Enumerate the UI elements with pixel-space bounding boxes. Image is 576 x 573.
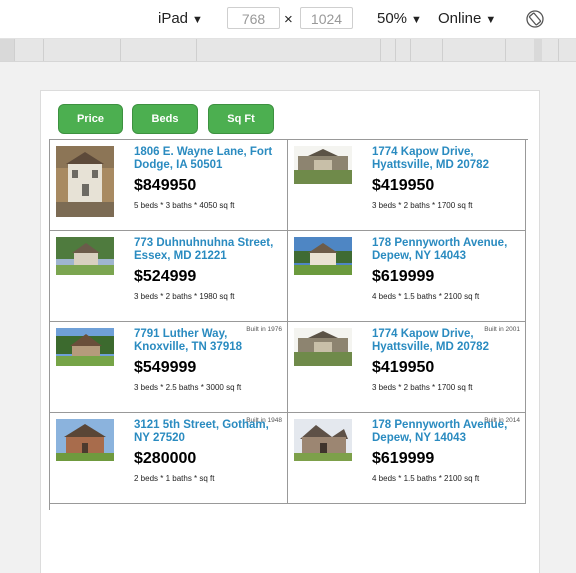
house-photo [294, 146, 352, 184]
zoom-select[interactable]: 50% ▼ [377, 10, 422, 27]
house-photo [56, 237, 114, 275]
listing-price: $619999 [372, 268, 435, 285]
rotate-icon[interactable] [525, 9, 545, 29]
listing-price: $549999 [134, 359, 197, 376]
listing-address-link[interactable]: 178 Pennyworth Avenue, Depew, NY 14043 [372, 237, 520, 263]
listing-address-link[interactable]: 1774 Kapow Drive, Hyattsville, MD 20782 [372, 146, 520, 172]
listing-address-link[interactable]: 178 Pennyworth Avenue, Depew, NY 14043 [372, 419, 520, 445]
sort-price-button[interactable]: Price [58, 104, 123, 134]
zoom-label: 50% [377, 10, 408, 27]
times-icon: × [284, 11, 293, 28]
sort-beds-button[interactable]: Beds [132, 104, 198, 134]
listing-address-link[interactable]: 773 Duhnuhnuhna Street, Essex, MD 21221 [134, 237, 282, 263]
media-query-bar[interactable] [0, 39, 576, 62]
chevron-down-icon: ▼ [192, 14, 203, 26]
chevron-down-icon: ▼ [411, 14, 422, 26]
listing-card[interactable]: 1806 E. Wayne Lane, Fort Dodge, IA 50501… [50, 140, 288, 231]
house-photo [294, 419, 352, 461]
house-photo [294, 237, 352, 275]
device-select[interactable]: iPad ▼ [158, 10, 203, 27]
listing-details: 4 beds * 1.5 baths * 2100 sq ft [372, 292, 480, 301]
house-photo [56, 328, 114, 366]
network-label: Online [438, 10, 482, 27]
listing-details: 2 beds * 1 baths * sq ft [134, 474, 215, 483]
listing-card[interactable]: Built in 2001 1774 Kapow Drive, Hyattsvi… [288, 322, 526, 413]
listing-card[interactable]: 1774 Kapow Drive, Hyattsville, MD 20782 … [288, 140, 526, 231]
listing-card[interactable]: Built in 1976 7791 Luther Way, Knoxville… [50, 322, 288, 413]
listing-address-link[interactable]: 1806 E. Wayne Lane, Fort Dodge, IA 50501 [134, 146, 282, 172]
listing-price: $619999 [372, 450, 435, 467]
listing-details: 3 beds * 2.5 baths * 3000 sq ft [134, 383, 242, 392]
width-input[interactable]: 768 [227, 7, 280, 29]
sort-sqft-button[interactable]: Sq Ft [208, 104, 274, 134]
listing-price: $524999 [134, 268, 197, 285]
listing-details: 3 beds * 2 baths * 1700 sq ft [372, 383, 473, 392]
house-photo [56, 419, 114, 461]
listing-price: $419950 [372, 359, 435, 376]
device-toolbar: iPad ▼ 768 × 1024 50% ▼ Online ▼ [0, 0, 576, 39]
listings-grid: 1806 E. Wayne Lane, Fort Dodge, IA 50501… [49, 139, 528, 510]
listing-address-link[interactable]: 3121 5th Street, Gotham, NY 27520 [134, 419, 282, 445]
height-input[interactable]: 1024 [300, 7, 353, 29]
listing-card[interactable]: 773 Duhnuhnuhna Street, Essex, MD 21221 … [50, 231, 288, 322]
house-photo [56, 146, 114, 217]
listing-details: 3 beds * 2 baths * 1700 sq ft [372, 201, 473, 210]
listing-address-link[interactable]: 7791 Luther Way, Knoxville, TN 37918 [134, 328, 282, 354]
listing-price: $280000 [134, 450, 197, 467]
device-label: iPad [158, 10, 189, 27]
listing-card[interactable]: 178 Pennyworth Avenue, Depew, NY 14043 $… [288, 231, 526, 322]
listing-address-link[interactable]: 1774 Kapow Drive, Hyattsville, MD 20782 [372, 328, 520, 354]
listing-card[interactable]: Built in 2014 178 Pennyworth Avenue, Dep… [288, 413, 526, 504]
listing-details: 4 beds * 1.5 baths * 2100 sq ft [372, 474, 480, 483]
network-select[interactable]: Online ▼ [438, 10, 496, 27]
device-viewport: Price Beds Sq Ft 1806 E. Wayne Lane, For… [40, 90, 540, 573]
listing-details: 3 beds * 2 baths * 1980 sq ft [134, 292, 235, 301]
listing-card[interactable]: Built in 1948 3121 5th Street, Gotham, N… [50, 413, 288, 504]
listing-details: 5 beds * 3 baths * 4050 sq ft [134, 201, 235, 210]
listing-price: $419950 [372, 177, 435, 194]
house-photo [294, 328, 352, 366]
chevron-down-icon: ▼ [485, 14, 497, 26]
listing-price: $849950 [134, 177, 197, 194]
